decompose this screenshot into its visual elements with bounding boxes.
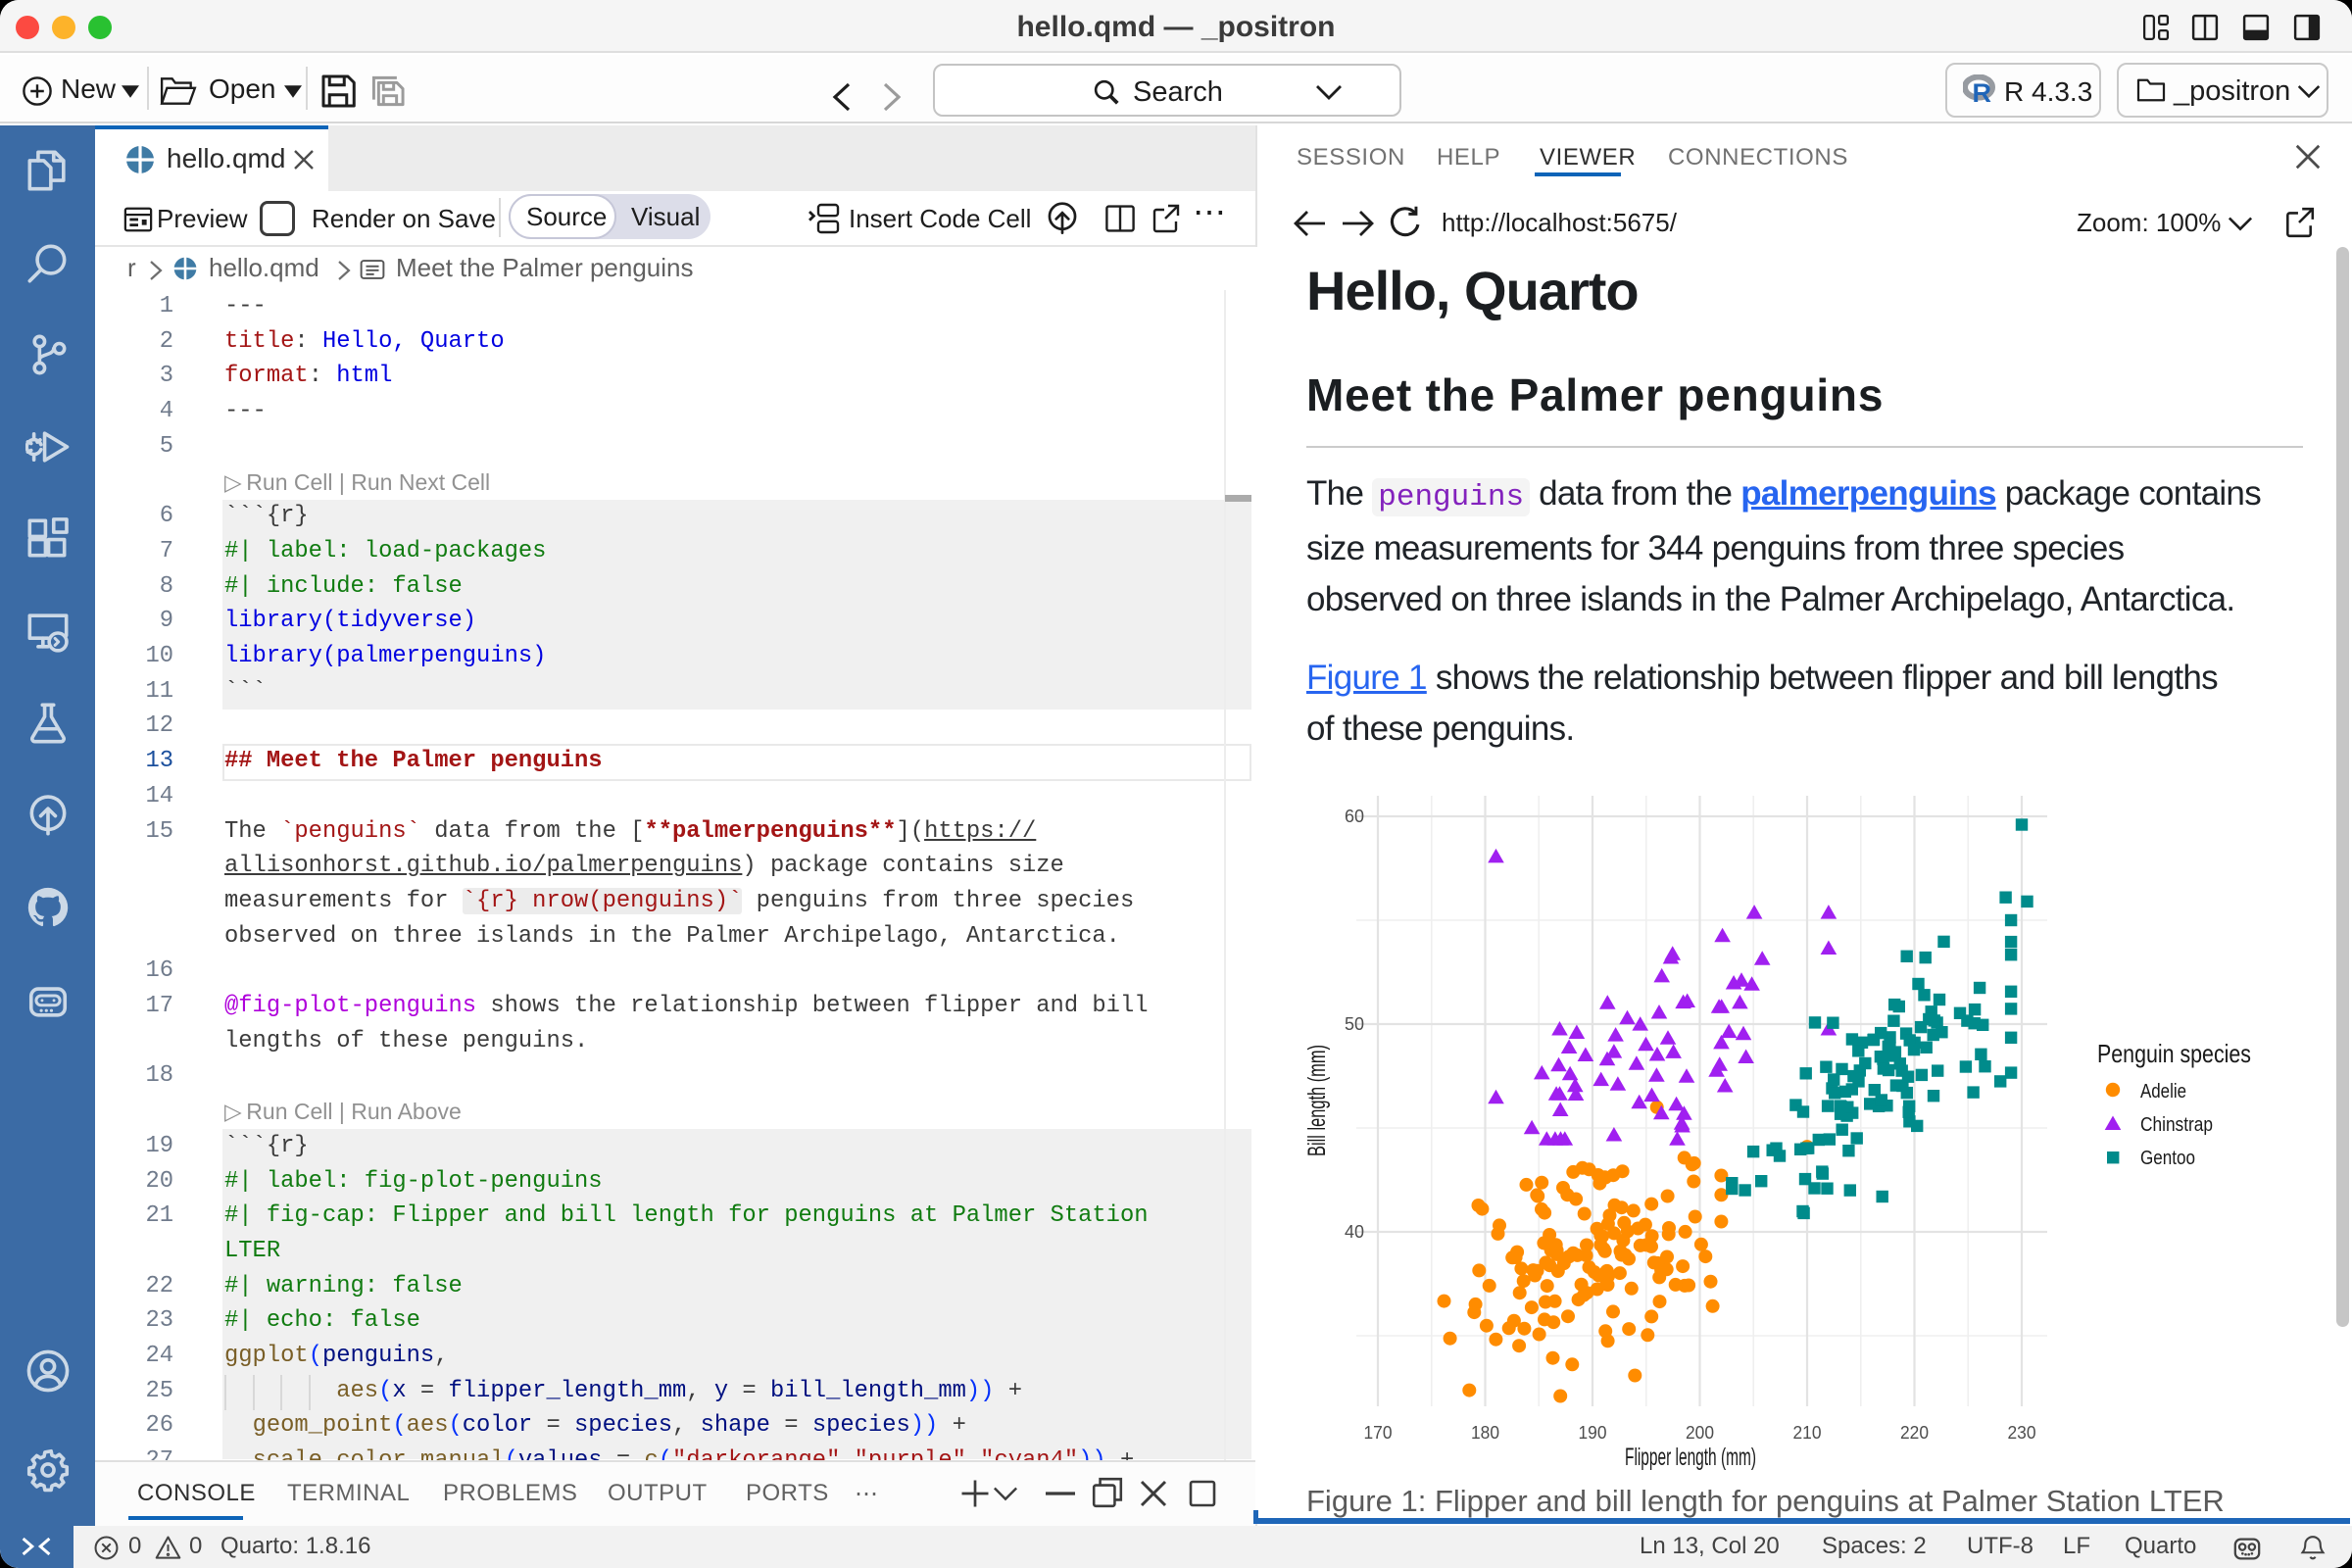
svg-text:Flipper length (mm): Flipper length (mm)	[1625, 1444, 1756, 1471]
svg-text:Chinstrap: Chinstrap	[2140, 1113, 2213, 1136]
svg-text:230: 230	[2008, 1422, 2036, 1443]
svg-text:210: 210	[1793, 1422, 1822, 1443]
svg-text:180: 180	[1471, 1422, 1499, 1443]
svg-text:Gentoo: Gentoo	[2140, 1147, 2195, 1169]
svg-text:50: 50	[1345, 1013, 1364, 1034]
svg-text:200: 200	[1686, 1422, 1714, 1443]
svg-text:Adelie: Adelie	[2140, 1080, 2186, 1102]
svg-text:Penguin species: Penguin species	[2097, 1039, 2251, 1068]
svg-text:Bill length (mm): Bill length (mm)	[1303, 1045, 1331, 1156]
svg-text:170: 170	[1364, 1422, 1393, 1443]
svg-text:40: 40	[1345, 1221, 1364, 1242]
svg-text:220: 220	[1900, 1422, 1929, 1443]
svg-text:60: 60	[1345, 806, 1364, 826]
svg-text:190: 190	[1579, 1422, 1607, 1443]
